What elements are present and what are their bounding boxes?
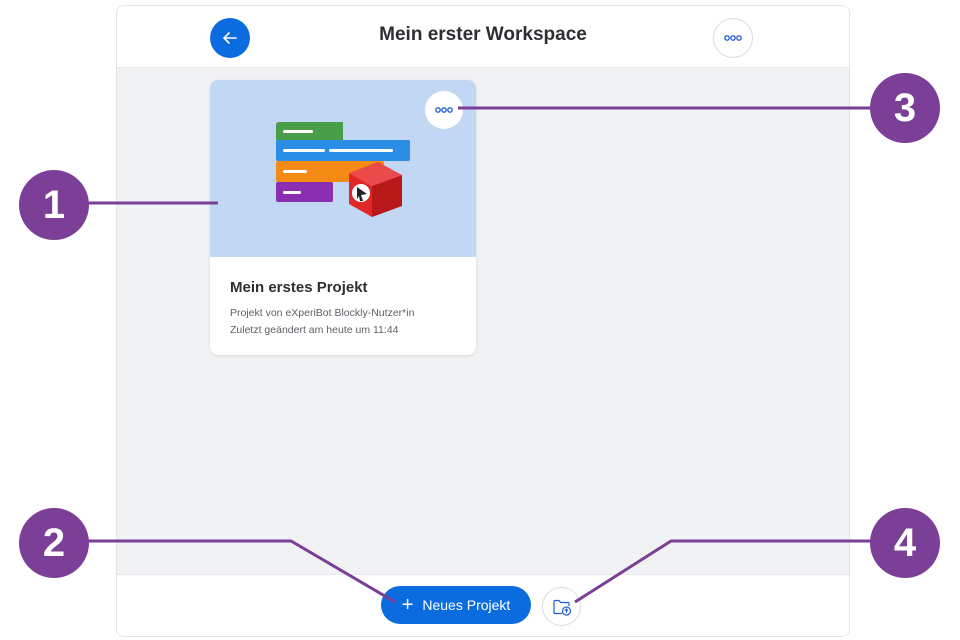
callout-badge-1: 1 — [19, 170, 89, 240]
callout-badge-3: 3 — [870, 73, 940, 143]
callout-lines — [86, 106, 873, 604]
callout-badge-2: 2 — [19, 508, 89, 578]
callout-badge-4: 4 — [870, 508, 940, 578]
